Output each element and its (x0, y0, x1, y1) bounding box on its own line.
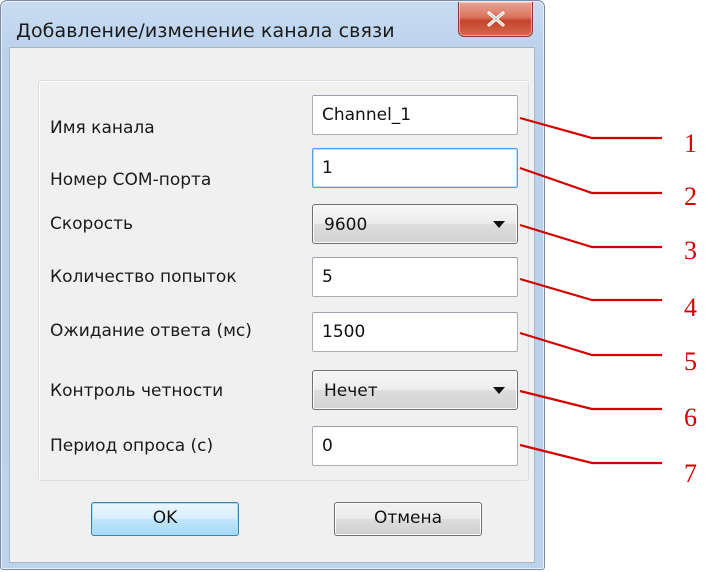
callout-number-7: 7 (684, 459, 697, 488)
parity-select[interactable]: Нечет (312, 370, 518, 410)
com-port-label: Номер COM-порта (50, 170, 212, 190)
cancel-button[interactable]: Отмена (334, 502, 482, 536)
speed-select-value: 9600 (324, 215, 368, 235)
speed-label: Скорость (50, 214, 133, 234)
poll-period-input[interactable]: 0 (312, 426, 518, 466)
channel-name-label: Имя канала (50, 118, 155, 138)
window-title: Добавление/изменение канала связи (16, 20, 395, 42)
callout-number-2: 2 (684, 182, 697, 211)
title-bar[interactable]: Добавление/изменение канала связи (1, 1, 544, 45)
attempts-input[interactable]: 5 (312, 257, 518, 297)
parity-select-value: Нечет (324, 381, 378, 401)
dialog-window: Добавление/изменение канала связи Имя ка… (0, 0, 545, 570)
close-icon (487, 11, 505, 27)
callout-number-4: 4 (684, 293, 697, 322)
response-timeout-label: Ожидание ответа (мс) (50, 321, 252, 341)
response-timeout-input[interactable]: 1500 (312, 312, 518, 352)
attempts-label: Количество попыток (50, 267, 237, 287)
chevron-down-icon (493, 221, 505, 228)
callout-number-3: 3 (684, 236, 697, 265)
speed-select[interactable]: 9600 (312, 204, 518, 244)
com-port-input[interactable]: 1 (312, 148, 518, 188)
poll-period-label: Период опроса (с) (50, 436, 214, 456)
callout-number-6: 6 (684, 403, 697, 432)
callout-number-1: 1 (684, 129, 697, 158)
callout-number-5: 5 (684, 347, 697, 376)
close-button[interactable] (458, 2, 533, 37)
stage: Добавление/изменение канала связи Имя ка… (0, 0, 706, 572)
channel-name-input[interactable]: Channel_1 (312, 95, 518, 135)
parity-label: Контроль четности (50, 381, 224, 401)
chevron-down-icon (493, 387, 505, 394)
ok-button[interactable]: OK (91, 502, 239, 536)
